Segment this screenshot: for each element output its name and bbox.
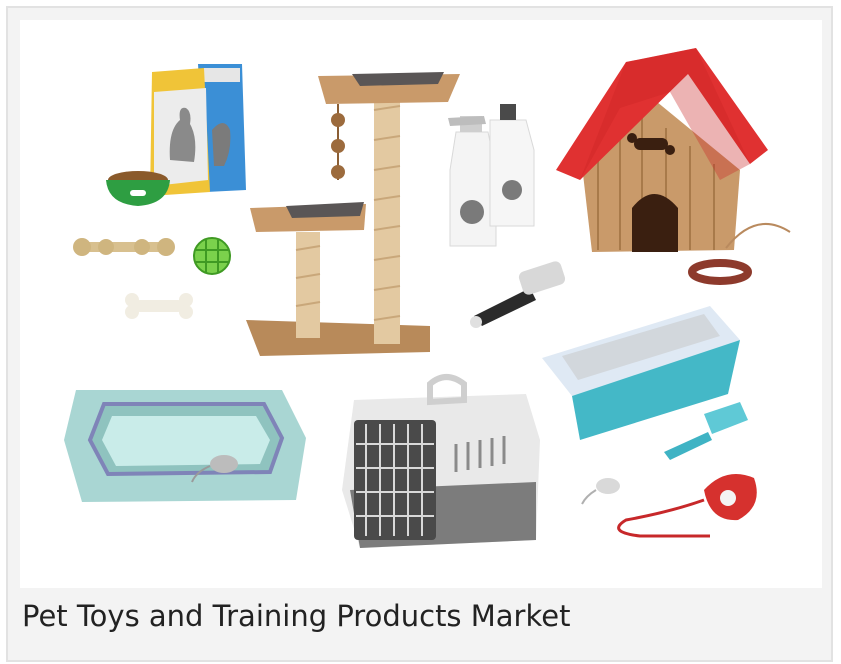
rope-toy bbox=[73, 238, 175, 256]
pet-products-illustration bbox=[20, 20, 822, 588]
food-bowl bbox=[106, 171, 170, 206]
pet-carrier bbox=[342, 374, 540, 548]
cat-tree bbox=[246, 72, 460, 356]
retractable-leash bbox=[617, 474, 757, 538]
litter-scoop bbox=[664, 402, 748, 460]
pet-bed bbox=[64, 390, 306, 502]
product-card: Pet Toys and Training Products Market bbox=[6, 6, 833, 662]
illustration-svg bbox=[64, 48, 791, 548]
dog-house bbox=[556, 48, 768, 252]
spray-bottle bbox=[448, 116, 497, 247]
grooming-brush bbox=[470, 261, 566, 328]
caption-title: Pet Toys and Training Products Market bbox=[22, 599, 571, 633]
ball-toy bbox=[193, 237, 231, 275]
detergent-bottle bbox=[489, 104, 535, 227]
bone-toy bbox=[125, 293, 193, 319]
